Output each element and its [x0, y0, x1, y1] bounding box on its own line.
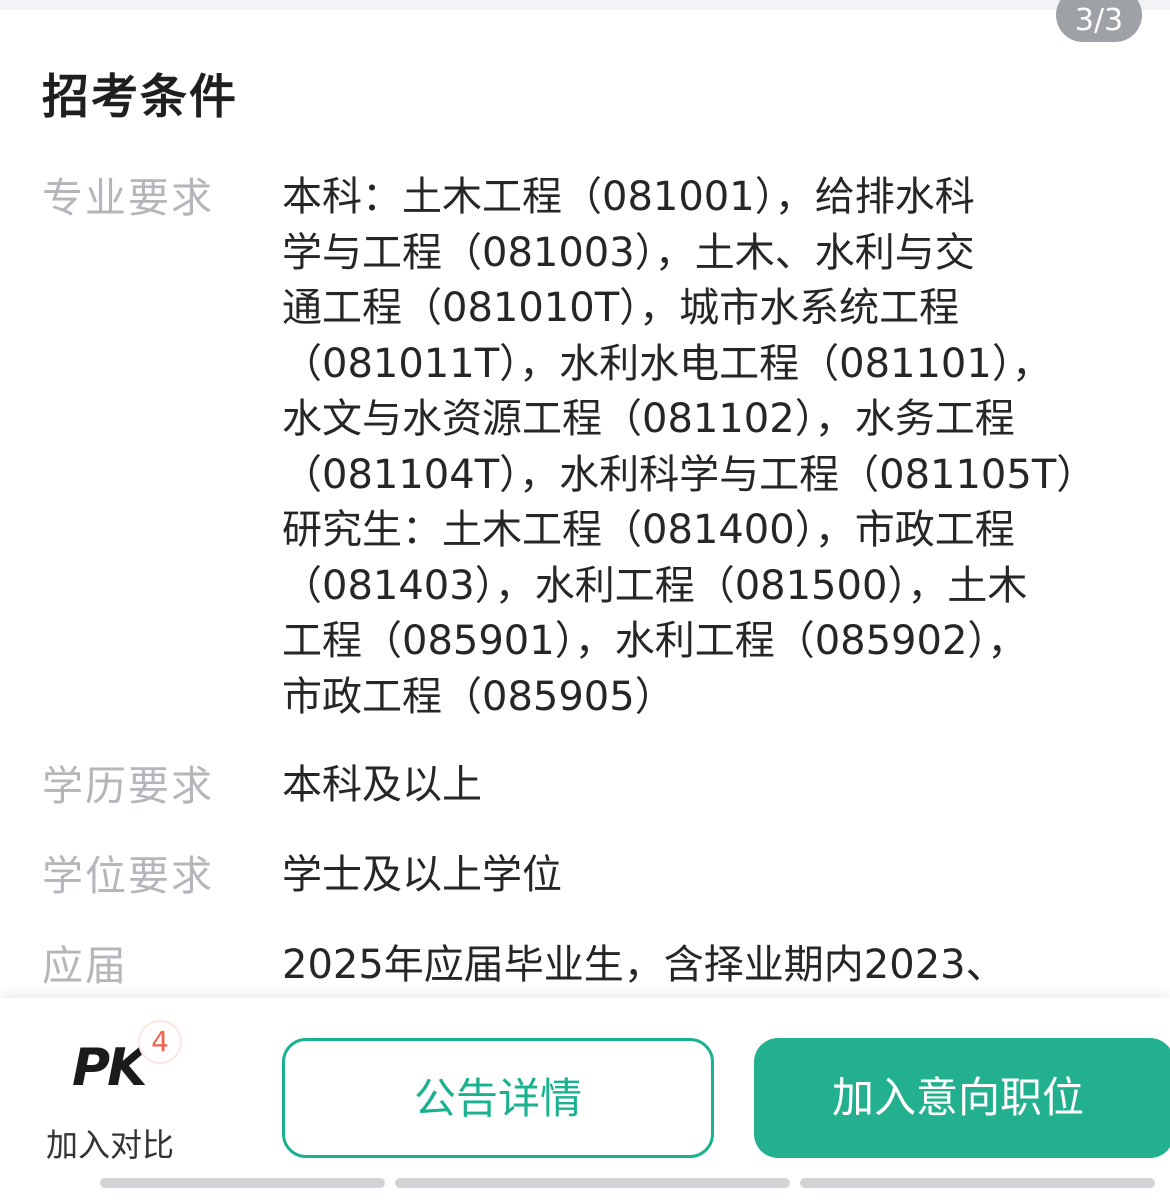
value-line: 通工程（081010T），城市水系统工程 [282, 285, 960, 331]
fresh-graduate-row: 应届 2025年应届毕业生，含择业期内2023、 [0, 938, 1170, 998]
add-compare-label: 加入对比 [46, 1126, 175, 1164]
value-line: （081011T），水利水电工程（081101）， [282, 340, 1052, 387]
row-value: 学士及以上学位 [282, 848, 1144, 904]
scroll-indicator [395, 1178, 790, 1188]
scroll-indicator [100, 1178, 385, 1188]
section-title: 招考条件 [42, 70, 238, 125]
add-intended-position-button[interactable]: 加入意向职位 [754, 1038, 1170, 1158]
add-compare-button[interactable]: PK 4 加入对比 [40, 1022, 190, 1164]
row-value: 本科及以上 [282, 758, 1144, 814]
value-line: 工程（085901），水利工程（085902）， [282, 618, 1028, 664]
row-label: 应届 [42, 942, 128, 990]
compare-count-badge: 4 [140, 1022, 180, 1062]
top-strip [0, 0, 1170, 10]
degree-requirement-row: 学位要求 学士及以上学位 [0, 848, 1170, 908]
value-line: （081403），水利工程（081500），土木 [282, 562, 1028, 609]
value-line: 本科：土木工程（081001），给排水科 [282, 174, 975, 220]
announcement-detail-button[interactable]: 公告详情 [282, 1038, 714, 1158]
major-requirement-row: 专业要求 本科：土木工程（081001），给排水科 学与工程（081003），土… [0, 170, 1170, 730]
value-line: 市政工程（085905） [282, 673, 675, 720]
pk-icon: PK [72, 1038, 147, 1098]
value-line: 水文与水资源工程（081102），水务工程 [282, 396, 1015, 442]
row-label: 学历要求 [42, 762, 214, 810]
value-line: （081104T），水利科学与工程（081105T） [282, 451, 1097, 498]
row-value: 本科：土木工程（081001），给排水科 学与工程（081003），土木、水利与… [282, 170, 1144, 725]
value-line: 本科及以上 [282, 762, 482, 808]
value-line: 学士及以上学位 [282, 852, 562, 898]
row-label: 专业要求 [42, 174, 214, 222]
value-line: 研究生：土木工程（081400），市政工程 [282, 507, 1015, 553]
scroll-indicator [800, 1178, 1155, 1188]
row-value: 2025年应届毕业生，含择业期内2023、 [282, 938, 1144, 994]
value-line: 学与工程（081003），土木、水利与交 [282, 229, 975, 276]
value-line: 2025年应届毕业生，含择业期内2023、 [282, 942, 1006, 988]
education-requirement-row: 学历要求 本科及以上 [0, 758, 1170, 818]
row-label: 学位要求 [42, 852, 214, 900]
page-indicator: 3/3 [1056, 0, 1142, 42]
